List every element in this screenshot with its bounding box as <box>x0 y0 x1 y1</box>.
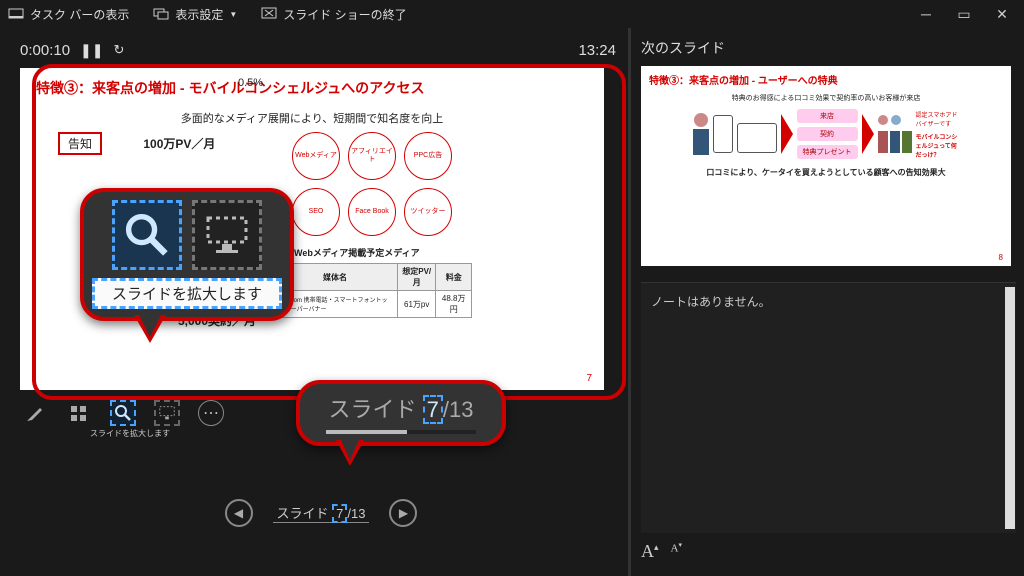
more-tools[interactable]: ⋯ <box>198 400 224 426</box>
menu-display-settings[interactable]: 表示設定 ▼ <box>153 6 237 23</box>
annotation-callout-counter: スライド 7/13 <box>296 380 506 446</box>
pause-button[interactable]: ❚❚ <box>80 42 103 59</box>
display-settings-icon <box>153 6 169 22</box>
reset-timer-button[interactable]: ↻ <box>114 42 125 58</box>
taskbar-icon <box>8 6 24 22</box>
media-circle: Face Book <box>348 188 396 236</box>
monitor-icon <box>158 404 176 422</box>
prev-slide-button[interactable]: ◀ <box>225 499 253 527</box>
next-slide-title: 特徴③：来客点の増加 - ユーザーへの特典 <box>649 72 1003 87</box>
see-all-slides[interactable] <box>66 400 92 426</box>
annotation-callout-zoom: スライドを拡大します <box>80 188 294 321</box>
window-minimize[interactable]: ─ <box>912 6 940 23</box>
funnel-kokuchi: 告知 <box>58 132 102 155</box>
window-maximize[interactable]: ▭ <box>950 6 978 23</box>
next-slide-button[interactable]: ▶ <box>389 499 417 527</box>
arrow-icon <box>781 114 793 154</box>
slide-subtitle: 多面的なメディア展開により、短期間で知名度を向上 <box>36 110 588 126</box>
media-circle: ツイッター <box>404 188 452 236</box>
media-table: 媒体名想定PV/月料金 価格.com 携帯電話・スマートフォントップ スーパーバ… <box>272 263 472 318</box>
zoom-tool[interactable] <box>110 400 136 426</box>
next-slide-subtitle: 特典のお得感による口コミ効果で契約率の高いお客様が来店 <box>649 93 1003 103</box>
funnel-kokuchi-value: 100万PV／月 <box>143 135 215 152</box>
arrow-icon <box>862 114 874 154</box>
font-increase-button[interactable]: A▴ <box>641 541 659 562</box>
pen-tool[interactable] <box>22 400 48 426</box>
black-screen-tool[interactable] <box>154 400 180 426</box>
magnifier-icon <box>113 403 133 423</box>
annotation-magnifier-icon <box>112 200 182 270</box>
next-slide-preview[interactable]: 特徴③：来客点の増加 - ユーザーへの特典 特典のお得感による口コミ効果で契約率… <box>641 66 1011 266</box>
next-slide-heading: 次のスライド <box>641 38 1016 58</box>
annotation-progress-bar <box>326 430 476 434</box>
annotation-counter-text: スライド 7/13 <box>329 392 474 424</box>
current-clock: 13:24 <box>578 42 622 59</box>
slide-title: 特徴③：来客点の増加 - モバイルコンシェルジュへのアクセス <box>36 78 588 98</box>
media-circle: SEO <box>292 188 340 236</box>
font-decrease-button[interactable]: A▾ <box>671 541 682 562</box>
media-circle: Webメディア <box>292 132 340 180</box>
end-show-icon <box>261 6 277 22</box>
annotation-zoom-label: スライドを拡大します <box>92 278 282 309</box>
annotation-monitor-icon <box>192 200 262 270</box>
media-circle: アフィリエイト <box>348 132 396 180</box>
step-box: 特典プレゼント <box>797 145 858 159</box>
titlebar: タスク バーの表示 表示設定 ▼ スライド ショーの終了 ─ ▭ ✕ <box>0 0 1024 28</box>
step-box: 契約 <box>797 127 858 141</box>
window-close[interactable]: ✕ <box>988 6 1016 23</box>
notes-scrollbar[interactable] <box>1005 287 1015 529</box>
next-slide-caption: 口コミにより、ケータイを買えようとしている顧客への告知効果大 <box>649 167 1003 178</box>
media-table-title: 例：Webメディア掲載予定メディア <box>276 246 472 259</box>
menu-end-show[interactable]: スライド ショーの終了 <box>261 6 406 23</box>
notes-placeholder: ノートはありません。 <box>651 295 771 309</box>
devices-icon <box>713 115 777 153</box>
step-box: 来店 <box>797 109 858 123</box>
slide-page-number: 7 <box>586 373 592 384</box>
people-group <box>878 115 912 153</box>
speech-balloon: 認定スマホアドバイザーです モバイルコンシェルジュって何だっけ？ <box>916 110 960 159</box>
elapsed-time: 0:00:10 <box>20 42 70 59</box>
person-illustration <box>693 113 709 155</box>
media-circle: PPC広告 <box>404 132 452 180</box>
funnel-rate: 0.5% <box>238 77 258 89</box>
menu-taskbar[interactable]: タスク バーの表示 <box>8 6 129 23</box>
slide-counter[interactable]: スライド 7/13 <box>273 503 370 523</box>
notes-panel[interactable]: ノートはありません。 <box>641 282 1016 533</box>
next-slide-page-number: 8 <box>999 253 1003 262</box>
